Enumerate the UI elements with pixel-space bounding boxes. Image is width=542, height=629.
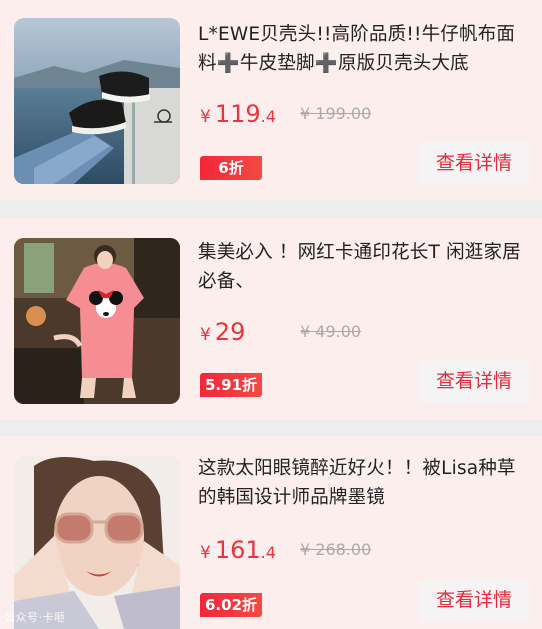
product-image-sneakers[interactable] [14, 18, 180, 184]
current-price: ¥119.4 [200, 100, 276, 128]
product-image-tshirt[interactable] [14, 238, 180, 404]
price-integer: 119 [214, 100, 261, 128]
currency-symbol: ¥ [200, 325, 211, 345]
product-card[interactable]: 这款太阳眼镜醉近好火！！被Lisa种草的韩国设计师品牌墨镜 ¥161.4 ¥ 2… [0, 436, 542, 629]
original-price: ¥ 49.00 [300, 322, 362, 341]
view-details-button[interactable]: 查看详情 [418, 360, 530, 403]
discount-badge: 5.91折 [200, 373, 263, 397]
product-title[interactable]: L*EWE贝壳头!!高阶品质!!牛仔帆布面料➕牛皮垫脚➕原版贝壳头大底 [198, 20, 528, 78]
price-integer: 29 [214, 318, 246, 346]
discount-badge: 6折 [200, 156, 262, 180]
price-decimal: .4 [260, 543, 276, 562]
product-image-sunglasses[interactable] [14, 456, 180, 629]
product-title[interactable]: 集美必入 ！网红卡通印花长T 闲逛家居必备、 [198, 238, 528, 296]
watermark-text: 公众号·卡咂 [4, 611, 66, 624]
current-price: ¥161.4 [200, 536, 276, 564]
original-price: ¥ 199.00 [300, 104, 372, 123]
price-decimal: .4 [260, 107, 276, 126]
product-title[interactable]: 这款太阳眼镜醉近好火！！被Lisa种草的韩国设计师品牌墨镜 [198, 454, 528, 512]
original-price: ¥ 268.00 [300, 540, 372, 559]
currency-symbol: ¥ [200, 543, 211, 563]
discount-badge: 6.02折 [200, 593, 263, 617]
view-details-button[interactable]: 查看详情 [418, 579, 530, 622]
product-list: L*EWE贝壳头!!高阶品质!!牛仔帆布面料➕牛皮垫脚➕原版贝壳头大底 ¥119… [0, 0, 542, 629]
product-card[interactable]: L*EWE贝壳头!!高阶品质!!牛仔帆布面料➕牛皮垫脚➕原版贝壳头大底 ¥119… [0, 0, 542, 200]
currency-symbol: ¥ [200, 107, 211, 127]
current-price: ¥29 [200, 318, 245, 346]
product-card[interactable]: 集美必入 ！网红卡通印花长T 闲逛家居必备、 ¥29 ¥ 49.00 5.91折… [0, 218, 542, 420]
price-integer: 161 [214, 536, 261, 564]
view-details-button[interactable]: 查看详情 [418, 142, 530, 185]
